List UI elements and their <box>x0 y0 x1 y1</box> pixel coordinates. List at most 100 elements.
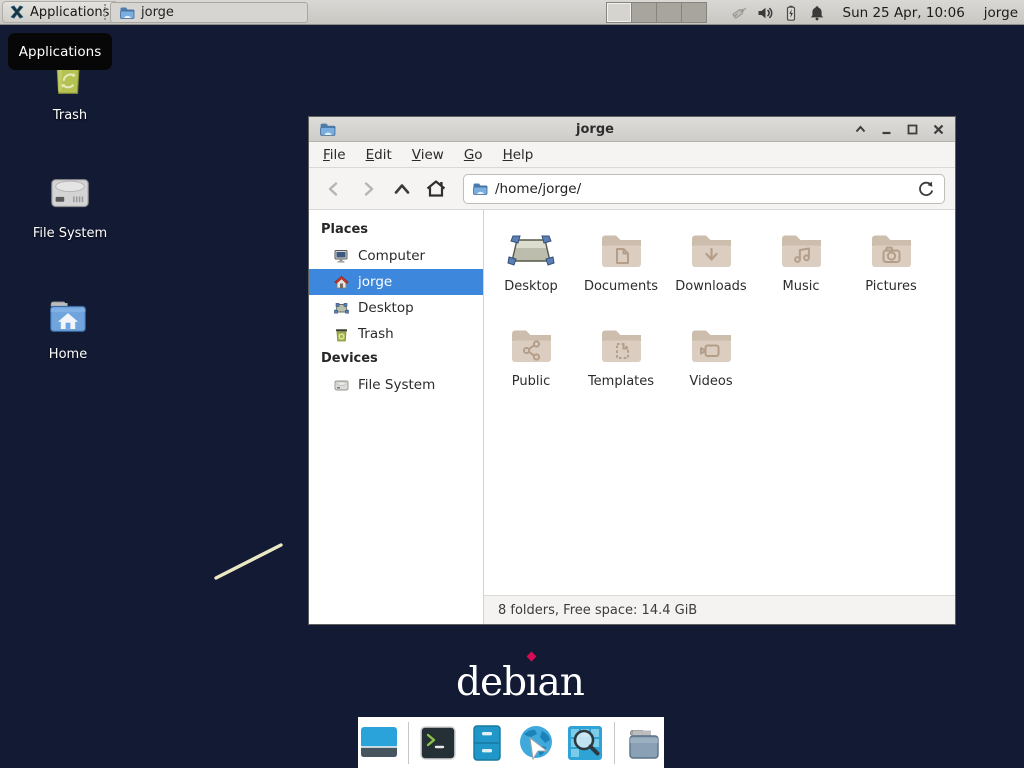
minimize-button[interactable] <box>880 123 893 136</box>
statusbar-text: 8 folders, Free space: 14.4 GiB <box>498 603 697 618</box>
workspace-2[interactable] <box>631 2 657 23</box>
sidebar-item-label: File System <box>358 377 435 393</box>
workspace-switcher <box>607 2 707 23</box>
folder-label: Templates <box>588 374 654 389</box>
desktop-icon-home[interactable]: Home <box>22 293 114 362</box>
forward-button[interactable] <box>353 174 383 204</box>
window-controls <box>854 123 945 136</box>
close-button[interactable] <box>932 123 945 136</box>
applications-menu-label: Applications <box>30 5 109 20</box>
folder-templates-icon <box>597 321 645 369</box>
desktop-icon <box>333 300 350 317</box>
sidebar-item-desktop[interactable]: Desktop <box>309 295 483 321</box>
sidebar-header-places: Places <box>309 218 483 243</box>
workspace-4[interactable] <box>681 2 707 23</box>
home-folder-icon <box>45 293 91 339</box>
back-button[interactable] <box>319 174 349 204</box>
scribble-line <box>208 536 290 584</box>
folder-item-pictures[interactable]: Pictures <box>846 226 936 321</box>
taskbar-window-button[interactable]: jorge <box>110 2 308 23</box>
xfce-logo-icon <box>9 4 25 20</box>
maximize-button[interactable] <box>906 123 919 136</box>
folder-label: Pictures <box>865 279 916 294</box>
debian-logo-text: debıan <box>456 660 584 705</box>
folder-music-icon <box>777 226 825 274</box>
sidebar-header-devices: Devices <box>309 347 483 372</box>
panel-clock[interactable]: Sun 25 Apr, 10:06 <box>843 5 965 21</box>
folder-item-music[interactable]: Music <box>756 226 846 321</box>
show-desktop-icon[interactable] <box>359 723 399 763</box>
sidebar-item-label: jorge <box>358 274 392 290</box>
window-folder-icon <box>319 121 336 138</box>
network-cable-icon[interactable] <box>730 4 748 22</box>
sidebar-item-label: Desktop <box>358 300 414 316</box>
menu-edit[interactable]: Edit <box>356 143 402 167</box>
directory-menu-icon[interactable] <box>624 723 664 763</box>
path-bar[interactable] <box>463 174 945 204</box>
folder-item-templates[interactable]: Templates <box>576 321 666 416</box>
battery-icon[interactable] <box>782 4 800 22</box>
folder-videos-icon <box>687 321 735 369</box>
toolbar <box>309 168 955 210</box>
menu-view[interactable]: View <box>402 143 454 167</box>
desktop-icon-label: File System <box>33 226 107 241</box>
volume-icon[interactable] <box>756 4 774 22</box>
terminal-icon[interactable] <box>418 723 458 763</box>
notifications-bell-icon[interactable] <box>808 4 826 22</box>
home-button[interactable] <box>421 174 451 204</box>
applications-tooltip-text: Applications <box>19 44 101 60</box>
tray-icons <box>730 4 826 22</box>
menubar: File Edit View Go Help <box>309 142 955 168</box>
folder-label: Music <box>783 279 820 294</box>
folder-item-public[interactable]: Public <box>486 321 576 416</box>
dock-panel <box>358 717 664 768</box>
folder-item-desktop[interactable]: Desktop <box>486 226 576 321</box>
up-button[interactable] <box>387 174 417 204</box>
applications-menu-button[interactable]: Applications <box>2 1 118 23</box>
folder-documents-icon <box>597 226 645 274</box>
folder-downloads-icon <box>687 226 735 274</box>
folder-icon <box>119 5 135 21</box>
sidebar-item-label: Trash <box>358 326 394 342</box>
folder-item-downloads[interactable]: Downloads <box>666 226 756 321</box>
workspace-1[interactable] <box>606 2 632 23</box>
folder-item-videos[interactable]: Videos <box>666 321 756 416</box>
taskbar-window-label: jorge <box>141 5 174 20</box>
system-tray: Sun 25 Apr, 10:06 jorge <box>730 0 1019 25</box>
folder-label: Downloads <box>675 279 746 294</box>
sidebar-item-file-system[interactable]: File System <box>309 372 483 398</box>
sidebar-item-jorge[interactable]: jorge <box>309 269 483 295</box>
app-finder-icon[interactable] <box>565 723 605 763</box>
drive-icon <box>47 172 93 218</box>
file-manager-window: jorge File Edit View Go Help <box>308 116 956 625</box>
sidebar-item-trash[interactable]: Trash <box>309 321 483 347</box>
menu-go[interactable]: Go <box>454 143 493 167</box>
folder-pictures-icon <box>867 226 915 274</box>
menu-help[interactable]: Help <box>493 143 544 167</box>
drive-icon <box>333 377 350 394</box>
menu-file[interactable]: File <box>313 143 356 167</box>
sidebar-item-computer[interactable]: Computer <box>309 243 483 269</box>
top-panel: Applications jorge <box>0 0 1024 25</box>
home-icon <box>333 274 350 291</box>
panel-handle[interactable] <box>104 4 107 20</box>
workspace-3[interactable] <box>656 2 682 23</box>
web-browser-icon[interactable] <box>516 723 556 763</box>
dock-separator <box>408 722 409 764</box>
shade-button[interactable] <box>854 123 867 136</box>
desktop-icon-label: Home <box>49 347 87 362</box>
window-title: jorge <box>336 122 854 137</box>
folder-item-documents[interactable]: Documents <box>576 226 666 321</box>
panel-user-menu[interactable]: jorge <box>984 5 1018 21</box>
reload-icon[interactable] <box>916 179 936 199</box>
sidebar-item-label: Computer <box>358 248 425 264</box>
desktop-icon-file-system[interactable]: File System <box>24 172 116 241</box>
applications-tooltip: Applications <box>8 33 112 70</box>
folder-label: Videos <box>689 374 732 389</box>
sidebar: Places Computer jorge <box>309 210 484 624</box>
statusbar: 8 folders, Free space: 14.4 GiB <box>484 595 955 624</box>
file-cabinet-icon[interactable] <box>467 723 507 763</box>
window-titlebar[interactable]: jorge <box>309 117 955 142</box>
path-input[interactable] <box>495 181 909 197</box>
desktop: Applications jorge <box>0 0 1024 768</box>
